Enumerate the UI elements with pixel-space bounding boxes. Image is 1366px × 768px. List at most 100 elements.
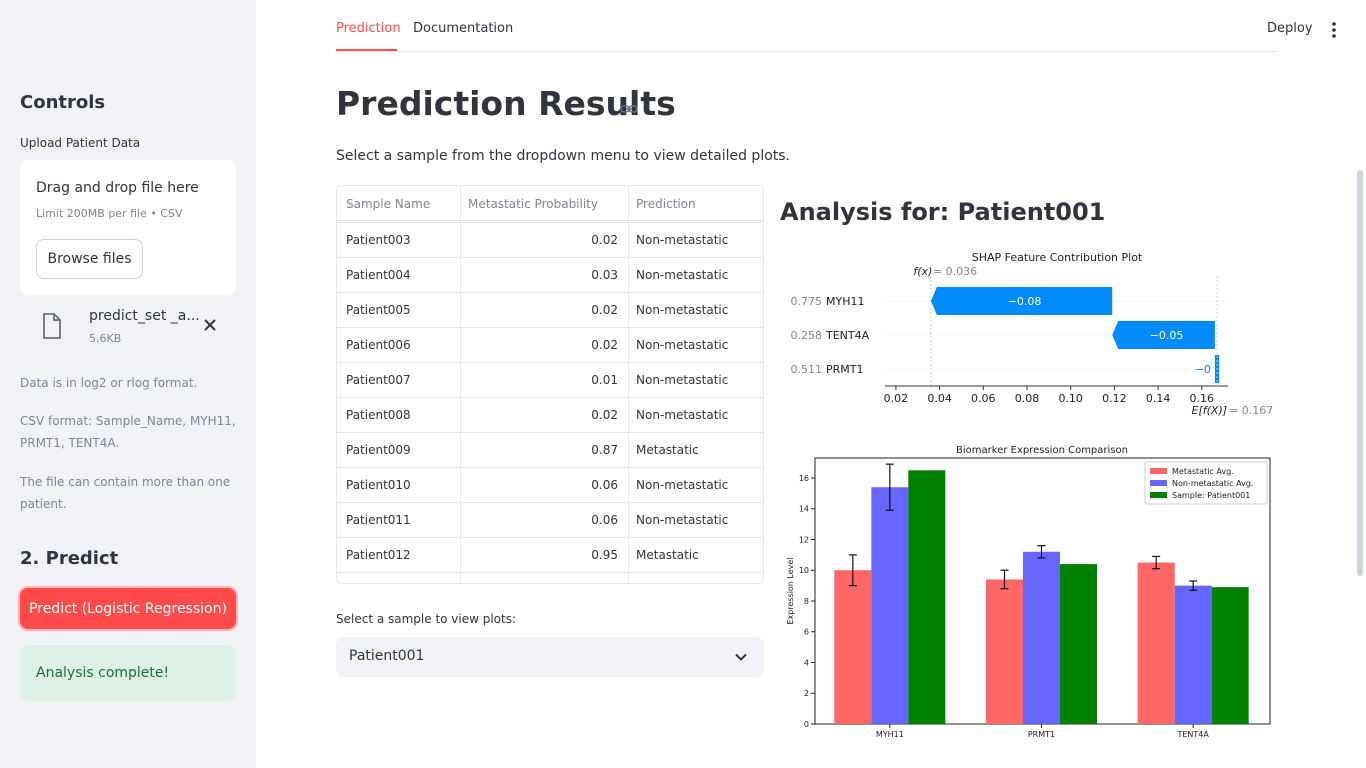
tab-bar: Prediction Documentation (336, 0, 1276, 52)
bar-chart-title: Biomarker Expression Comparison (956, 445, 1128, 456)
file-dropzone[interactable]: Drag and drop file here Limit 200MB per … (20, 160, 236, 295)
cell-prediction: Non-metastatic (636, 268, 729, 282)
cell-sample-name: Patient008 (346, 408, 411, 422)
select-label: Select a sample to view plots: (336, 612, 517, 626)
table-row[interactable]: Patient003 0.02 Non-metastatic (337, 223, 763, 258)
bar (1023, 551, 1060, 724)
table-row[interactable]: Patient008 0.02 Non-metastatic (337, 398, 763, 433)
predict-button[interactable]: Predict (Logistic Regression) (20, 588, 236, 629)
shap-chart: SHAP Feature Contribution Plot f(x) = 0.03… (791, 251, 1274, 417)
tab-prediction[interactable]: Prediction (336, 21, 401, 36)
table-row[interactable]: Patient012 0.95 Metastatic (337, 538, 763, 573)
legend-label: Sample: Patient001 (1172, 491, 1250, 500)
shap-x-tick-label: 0.12 (1102, 392, 1127, 405)
shap-x-tick-label: 0.02 (884, 392, 909, 405)
analysis-title: Analysis for: Patient001 (780, 198, 1106, 226)
controls-title: Controls (20, 92, 106, 113)
y-axis-label: Expression Level (786, 557, 795, 624)
cell-sample-name: Patient007 (346, 373, 411, 387)
cell-probability: 0.06 (591, 513, 618, 527)
cell-sample-name: Patient006 (346, 338, 411, 352)
shap-feature-value: 0.775 (791, 295, 823, 308)
efx-label: E[f(X)] (1192, 404, 1228, 417)
cell-probability: 0.01 (591, 373, 618, 387)
note-multi: The file can contain more than one patie… (20, 475, 231, 511)
cell-probability: 0.02 (591, 338, 618, 352)
note-csv: CSV format: Sample_Name, MYH11, PRMT1, T… (20, 414, 236, 450)
cell-prediction: Non-metastatic (636, 513, 729, 527)
cell-sample-name: Patient012 (346, 548, 411, 562)
table-row[interactable]: Patient009 0.87 Metastatic (337, 433, 763, 468)
bar (986, 579, 1023, 724)
results-table[interactable]: Patient0020.79MetastaticPatient0030.02No… (336, 185, 764, 584)
deploy-button[interactable]: Deploy (1267, 21, 1313, 36)
tab-documentation[interactable]: Documentation (413, 21, 513, 36)
shap-x-tick-label: 0.06 (971, 392, 996, 405)
bar (1174, 585, 1212, 724)
cell-probability: 0.02 (591, 303, 618, 317)
column-header-sample[interactable]: Sample Name (346, 197, 430, 211)
column-header-prediction[interactable]: Prediction (636, 197, 696, 211)
table-row[interactable]: Patient007 0.01 Non-metastatic (337, 363, 763, 398)
bar (1060, 564, 1097, 724)
sidebar: Controls Upload Patient Data Drag and dr… (0, 0, 256, 768)
table-row[interactable]: Patient010 0.06 Non-metastatic (337, 468, 763, 503)
cell-sample-name: Patient003 (346, 233, 411, 247)
y-tick-label: 2 (804, 689, 809, 698)
select-value: Patient001 (349, 648, 425, 664)
cell-probability: 0.06 (591, 478, 618, 492)
cell-probability: 0.03 (591, 268, 618, 282)
y-tick-label: 0 (804, 720, 809, 729)
column-header-probability[interactable]: Metastatic Probability (468, 197, 598, 211)
shap-x-tick-label: 0.04 (927, 392, 952, 405)
cell-prediction: Non-metastatic (636, 338, 729, 352)
shap-x-tick-label: 0.14 (1146, 392, 1171, 405)
shap-x-tick-label: 0.08 (1015, 392, 1040, 405)
x-tick-label: TENT4A (1176, 730, 1209, 739)
cell-probability: 0.87 (591, 443, 618, 457)
bar (908, 470, 946, 724)
cell-prediction: Non-metastatic (636, 408, 729, 422)
close-icon[interactable] (202, 317, 218, 333)
file-name: predict_set _a... (89, 308, 200, 324)
predict-title: 2. Predict (20, 548, 119, 569)
link-icon[interactable] (620, 100, 638, 118)
legend-swatch (1150, 492, 1167, 498)
shap-feature-value: 0.258 (791, 329, 823, 342)
uploaded-file: predict_set _a... 5.6KB (20, 305, 236, 355)
bar (1137, 562, 1175, 724)
more-menu-icon[interactable] (1326, 21, 1342, 39)
scrollbar[interactable] (1357, 170, 1363, 576)
table-row[interactable]: Patient006 0.02 Non-metastatic (337, 328, 763, 363)
biomarker-chart: Biomarker Expression Comparison 0 2 4 6 8 10 12… (786, 445, 1271, 739)
x-tick-label: MYH11 (876, 730, 904, 739)
dropzone-title: Drag and drop file here (36, 180, 199, 196)
shap-feature-value: 0.511 (791, 363, 823, 376)
shap-feature-name: TENT4A (825, 329, 870, 342)
dropzone-limit: Limit 200MB per file • CSV (36, 207, 183, 220)
y-tick-label: 16 (799, 474, 809, 483)
table-row[interactable]: Patient011 0.06 Non-metastatic (337, 503, 763, 538)
bar (871, 487, 909, 724)
y-tick-label: 12 (799, 535, 809, 544)
sample-select[interactable]: Patient001 (336, 637, 764, 677)
note-format: Data is in log2 or rlog format. (20, 376, 198, 390)
active-tab-indicator (336, 49, 397, 51)
shap-x-tick-label: 0.10 (1058, 392, 1083, 405)
cell-sample-name: Patient009 (346, 443, 411, 457)
file-size: 5.6KB (89, 332, 122, 345)
table-row[interactable]: Patient004 0.03 Non-metastatic (337, 258, 763, 293)
cell-probability: 0.02 (591, 408, 618, 422)
x-tick-label: PRMT1 (1028, 730, 1055, 739)
efx-value: = 0.167 (1229, 404, 1273, 417)
chevron-down-icon (735, 653, 747, 661)
table-row[interactable]: Patient005 0.02 Non-metastatic (337, 293, 763, 328)
table-header: Sample Name Metastatic Probability Predi… (337, 186, 763, 221)
cell-prediction: Non-metastatic (636, 373, 729, 387)
column-divider (628, 186, 629, 583)
browse-files-button[interactable]: Browse files (36, 239, 143, 279)
legend-swatch (1150, 468, 1167, 474)
cell-probability: 0.02 (591, 233, 618, 247)
fx-label: f(x) (913, 265, 932, 278)
legend-label: Metastatic Avg. (1172, 467, 1234, 476)
